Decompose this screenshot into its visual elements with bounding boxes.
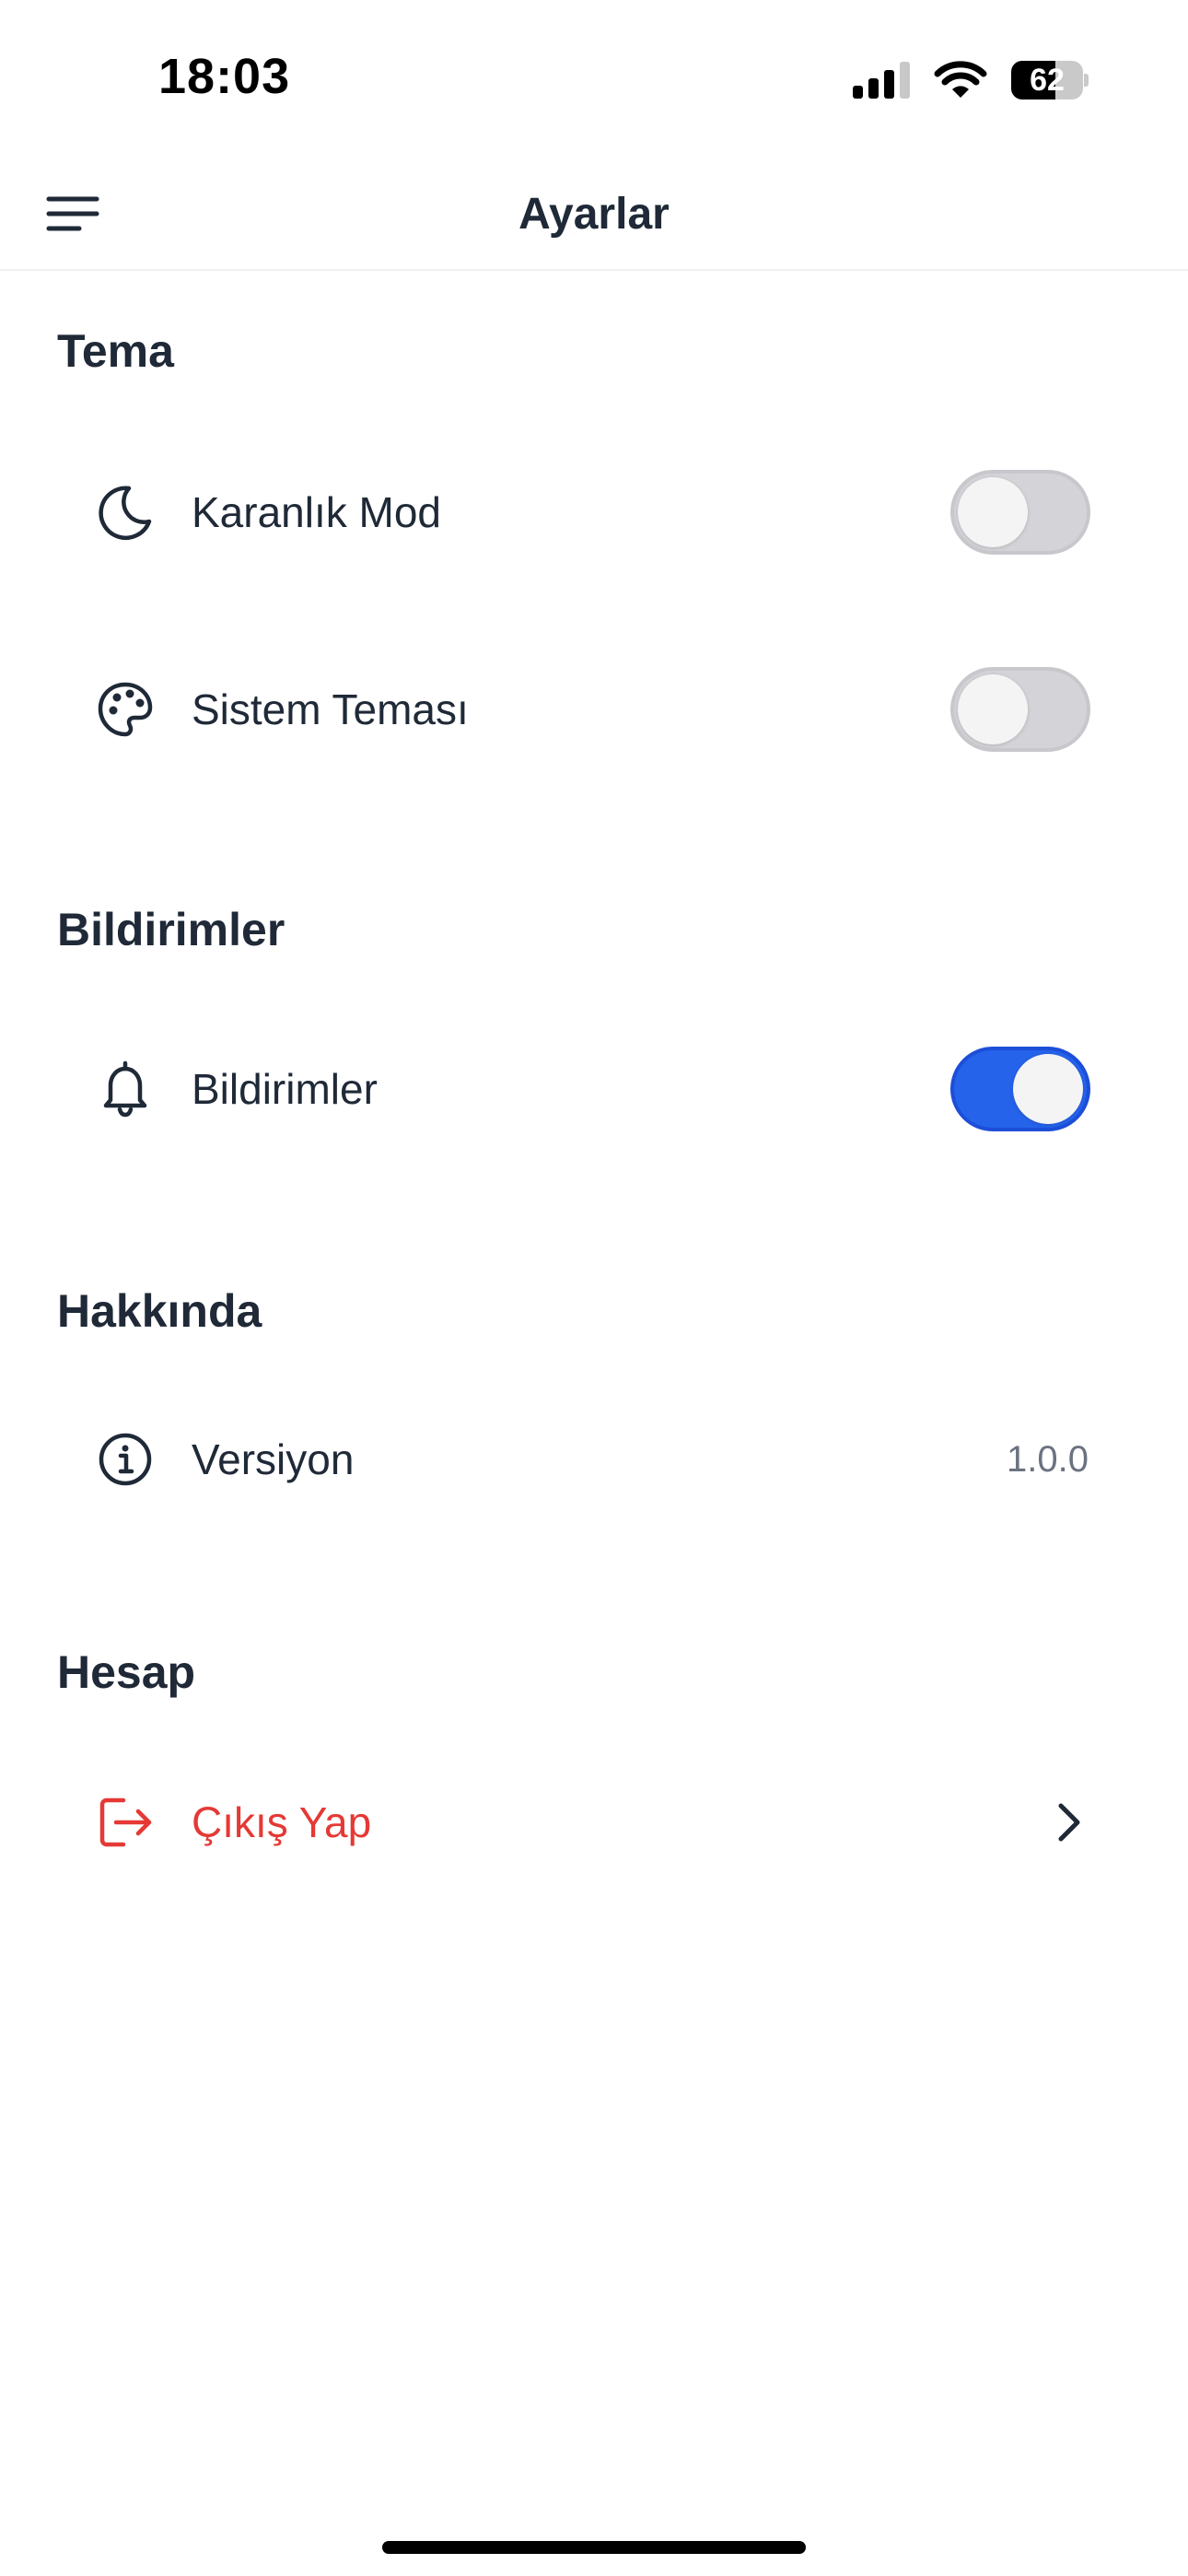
section-title-notifications: Bildirimler [57, 904, 285, 955]
home-indicator[interactable] [382, 2541, 806, 2554]
status-bar: 18:03 62 [0, 0, 1188, 157]
wifi-icon [934, 61, 987, 98]
version-value: 1.0.0 [1007, 1438, 1089, 1480]
setting-row-notifications: Bildirimler [0, 1034, 1188, 1144]
page-title: Ayarlar [518, 189, 670, 239]
section-title-account: Hesap [57, 1646, 196, 1698]
system-theme-toggle[interactable] [950, 667, 1090, 752]
moon-icon [96, 483, 155, 542]
menu-button[interactable] [44, 190, 101, 238]
notifications-label: Bildirimler [192, 1065, 378, 1113]
battery-icon: 62 [1011, 61, 1089, 100]
section-title-theme: Tema [57, 325, 174, 377]
chevron-right-icon [1044, 1798, 1092, 1846]
logout-icon [96, 1793, 155, 1852]
setting-row-version: Versiyon 1.0.0 [0, 1404, 1188, 1515]
bell-icon [96, 1060, 155, 1118]
settings-screen: 18:03 62 Ayarlar Tema Karanlık Mod Siste… [0, 0, 1188, 2576]
palette-icon [96, 680, 155, 739]
battery-level: 62 [1030, 62, 1065, 98]
setting-row-dark-mode: Karanlık Mod [0, 457, 1188, 568]
version-label: Versiyon [192, 1435, 355, 1483]
notifications-toggle[interactable] [950, 1047, 1090, 1131]
system-theme-label: Sistem Teması [192, 685, 469, 733]
dark-mode-toggle[interactable] [950, 470, 1090, 555]
logout-row[interactable]: Çıkış Yap [0, 1767, 1188, 1878]
app-header: Ayarlar [0, 157, 1188, 271]
status-icons: 62 [853, 57, 1089, 103]
section-title-about: Hakkında [57, 1285, 262, 1337]
status-time: 18:03 [158, 49, 291, 104]
setting-row-system-theme: Sistem Teması [0, 654, 1188, 765]
menu-icon [46, 196, 99, 231]
logout-label: Çıkış Yap [192, 1798, 372, 1846]
signal-icon [853, 62, 910, 99]
info-icon [96, 1430, 155, 1489]
dark-mode-label: Karanlık Mod [192, 488, 442, 536]
